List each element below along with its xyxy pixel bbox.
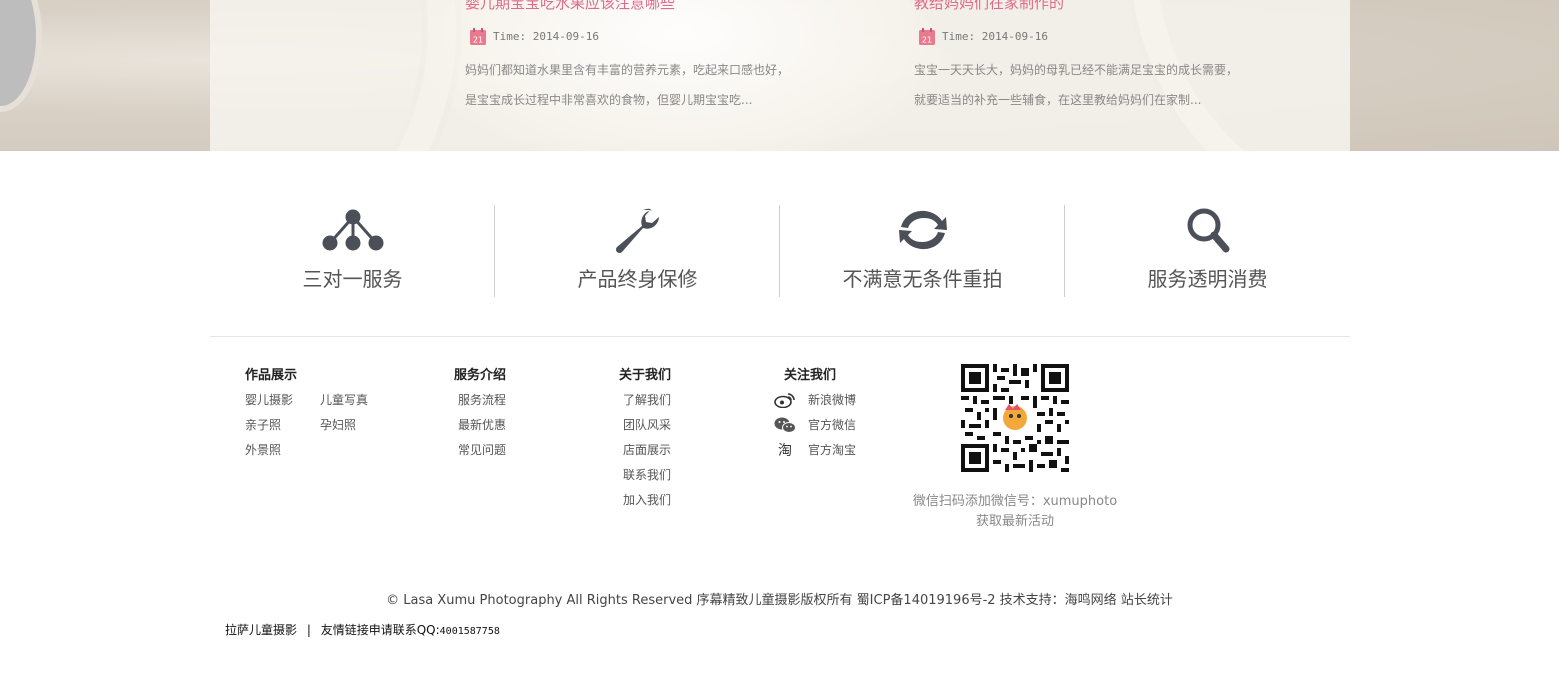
news-desc-line: 宝宝一天天长大，妈妈的母乳已经不能满足宝宝的成长需要，	[914, 63, 1239, 77]
network-icon	[318, 207, 388, 253]
calendar-icon: 21	[919, 28, 935, 45]
footer-link-offers[interactable]: 最新优惠	[458, 416, 506, 433]
footer-link-wechat[interactable]: 官方微信	[774, 416, 856, 433]
footer-link-outdoor[interactable]: 外景照	[245, 441, 281, 458]
calendar-date: 21	[922, 36, 932, 45]
news-time: 21 Time: 2014-09-16	[470, 28, 599, 45]
news-banner: 婴儿期宝宝吃水果应该注意哪些 21 Time: 2014-09-16 妈妈们都知…	[0, 0, 1559, 151]
friend-link-site[interactable]: 拉萨儿童摄影	[225, 623, 297, 637]
feature-three-on-one: 三对一服务	[210, 205, 495, 297]
news-desc: 宝宝一天天长大，妈妈的母乳已经不能满足宝宝的成长需要， 就要适当的补充一些辅食，…	[914, 55, 1294, 115]
qr-caption: 微信扫码添加微信号：xumuphoto 获取最新活动	[880, 492, 1150, 532]
news-title[interactable]: 教给妈妈们在家制作的	[914, 0, 1064, 13]
features-row: 三对一服务 产品终身保修 不满意无条件重拍 服务透明消费	[210, 205, 1350, 297]
footer-link-about[interactable]: 了解我们	[623, 391, 671, 408]
wrench-icon	[603, 207, 673, 254]
news-time-text: Time: 2014-09-16	[493, 30, 599, 43]
footer-link-kids[interactable]: 儿童写真	[320, 391, 368, 408]
news-time-text: Time: 2014-09-16	[942, 30, 1048, 43]
footer-col-follow: 关注我们 新浪微博 官方微信 淘 官方淘宝	[774, 364, 894, 474]
footer-link-baby[interactable]: 婴儿摄影	[245, 391, 293, 408]
news-desc-line: 就要适当的补充一些辅食，在这里教给妈妈们在家制...	[914, 93, 1202, 107]
svg-text:淘: 淘	[778, 443, 792, 458]
weibo-icon	[774, 392, 795, 408]
footer-heading: 服务介绍	[454, 368, 507, 383]
refresh-icon	[888, 207, 958, 253]
calendar-icon: 21	[470, 28, 486, 45]
footer-link-faq[interactable]: 常见问题	[458, 441, 506, 458]
friend-link-divider: |	[306, 623, 311, 637]
footer-link-join[interactable]: 加入我们	[623, 491, 671, 508]
qr-caption-line: 获取最新活动	[975, 514, 1054, 529]
news-title[interactable]: 婴儿期宝宝吃水果应该注意哪些	[465, 0, 675, 13]
footer-link-team[interactable]: 团队风采	[623, 416, 671, 433]
wechat-qr-code	[961, 364, 1069, 472]
taobao-icon: 淘	[778, 443, 792, 458]
footer-link-maternity[interactable]: 孕妇照	[320, 416, 356, 433]
feature-label: 服务透明消费	[1147, 267, 1268, 291]
news-desc-line: 妈妈们都知道水果里含有丰富的营养元素，吃起来口感也好，	[465, 63, 790, 77]
footer-divider	[210, 336, 1350, 337]
news-desc: 妈妈们都知道水果里含有丰富的营养元素，吃起来口感也好， 是宝宝成长过程中非常喜欢…	[465, 55, 845, 115]
footer-link-family[interactable]: 亲子照	[245, 416, 281, 433]
friend-links: 拉萨儿童摄影 | 友情链接申请联系QQ:4001587758	[225, 621, 500, 638]
footer-col-service: 服务介绍 服务流程 最新优惠 常见问题	[454, 364, 554, 474]
copyright-text: © Lasa Xumu Photography All Rights Reser…	[386, 593, 1173, 608]
footer-link-label: 新浪微博	[808, 393, 857, 407]
footer-link-label: 官方淘宝	[808, 443, 857, 457]
footer-link-contact[interactable]: 联系我们	[623, 466, 671, 483]
feature-label: 三对一服务	[302, 267, 403, 291]
footer-link-weibo[interactable]: 新浪微博	[774, 391, 856, 408]
friend-link-qq: 4001587758	[439, 626, 500, 637]
footer-col-works: 作品展示 婴儿摄影 儿童写真 亲子照 孕妇照 外景照	[245, 364, 415, 474]
footer-link-taobao[interactable]: 淘 官方淘宝	[774, 441, 856, 458]
footer-heading: 作品展示	[245, 368, 298, 383]
feature-label: 产品终身保修	[577, 267, 698, 291]
footer-heading: 关于我们	[619, 368, 672, 383]
news-desc-line: 是宝宝成长过程中非常喜欢的食物，但婴儿期宝宝吃...	[465, 93, 753, 107]
calendar-date: 21	[473, 36, 483, 45]
search-icon	[1173, 207, 1243, 253]
footer-link-label: 官方微信	[808, 418, 857, 432]
feature-reshoot: 不满意无条件重拍	[780, 205, 1065, 297]
footer-heading: 关注我们	[784, 368, 837, 383]
feature-transparent: 服务透明消费	[1065, 205, 1350, 297]
footer-link-process[interactable]: 服务流程	[458, 391, 506, 408]
footer-col-about: 关于我们 了解我们 团队风采 店面展示 联系我们 加入我们	[619, 364, 719, 514]
wechat-icon	[774, 417, 796, 433]
footer-link-store[interactable]: 店面展示	[623, 441, 671, 458]
news-time: 21 Time: 2014-09-16	[919, 28, 1048, 45]
qr-caption-line: 微信扫码添加微信号：xumuphoto	[912, 494, 1118, 509]
friend-link-apply: 友情链接申请联系QQ:	[320, 623, 440, 637]
feature-label: 不满意无条件重拍	[842, 267, 1003, 291]
feature-lifetime-warranty: 产品终身保修	[495, 205, 780, 297]
